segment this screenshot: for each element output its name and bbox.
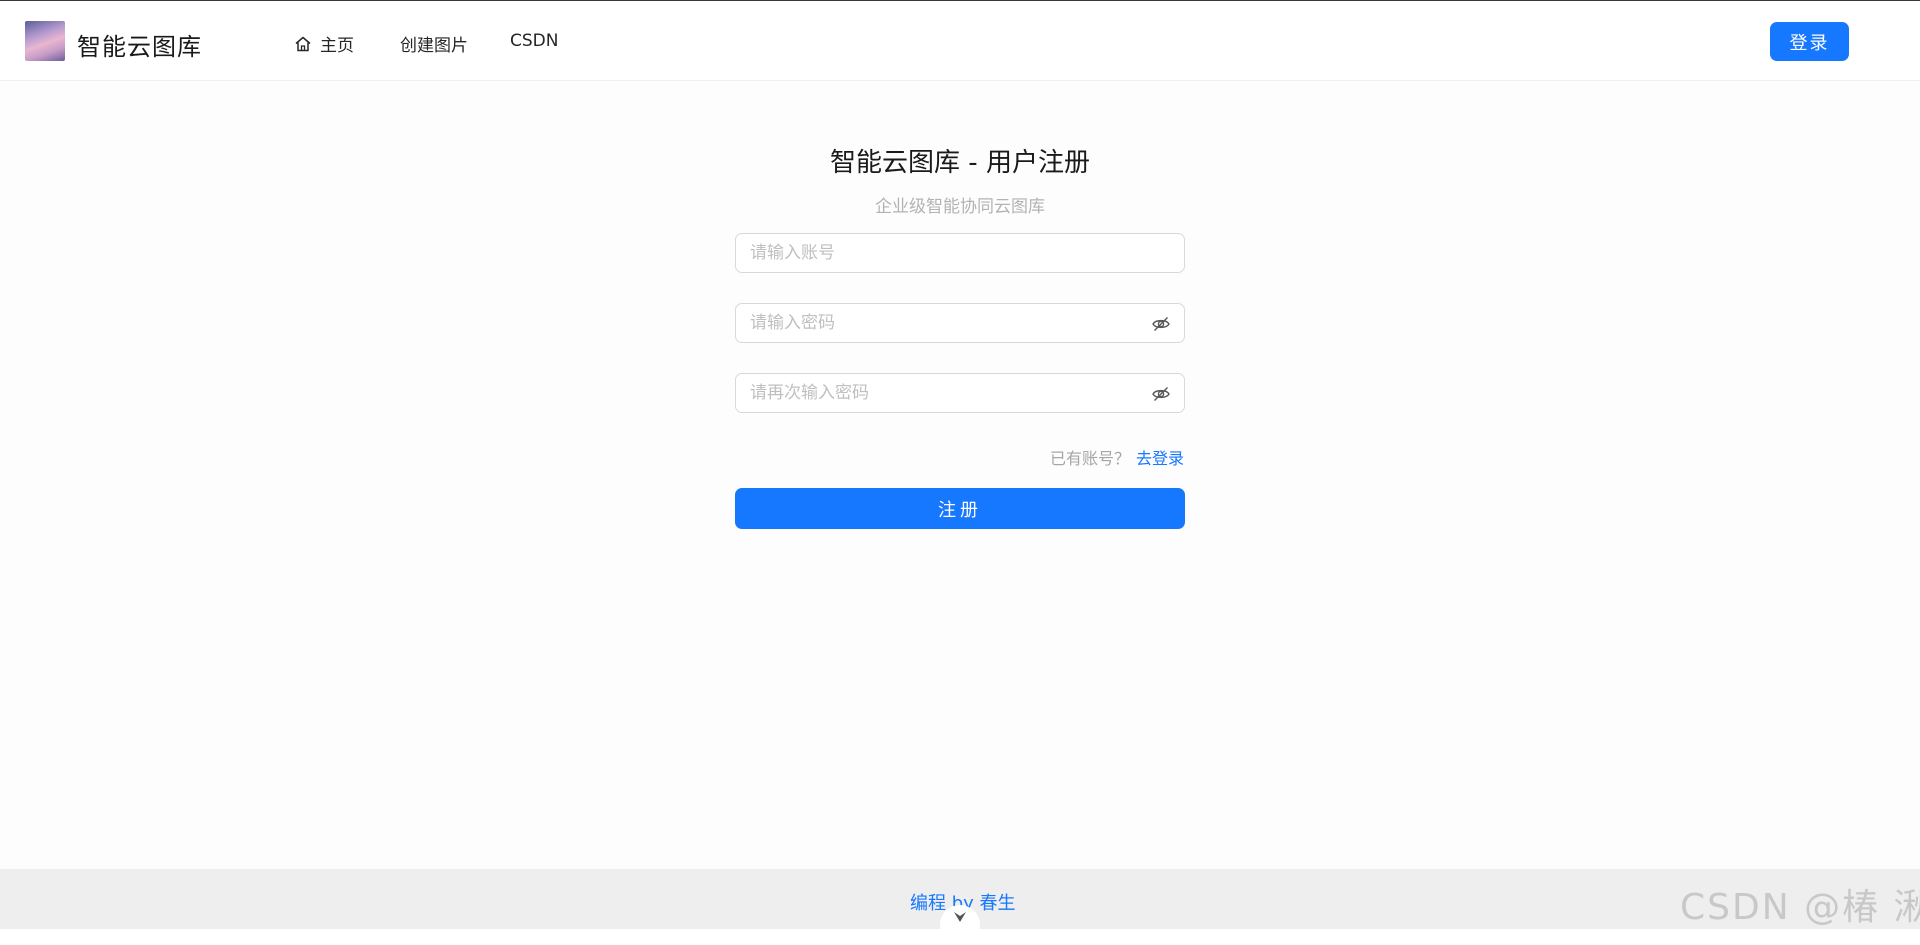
top-navbar: 智能云图库 主页 创建图片 CSDN 登录 bbox=[0, 1, 1920, 81]
nav-home-label: 主页 bbox=[320, 36, 354, 56]
nav-create-label: 创建图片 bbox=[400, 36, 468, 56]
nav-csdn-label: CSDN bbox=[510, 31, 559, 51]
form-title: 智能云图库 - 用户注册 bbox=[830, 148, 1090, 178]
password-input[interactable] bbox=[736, 304, 1184, 342]
confirm-password-field bbox=[735, 373, 1185, 413]
nav-item-create-image[interactable]: 创建图片 bbox=[400, 31, 468, 56]
form-subtitle: 企业级智能协同云图库 bbox=[875, 197, 1045, 217]
chevron-down-icon bbox=[954, 912, 966, 922]
have-account-text: 已有账号？ bbox=[1050, 449, 1131, 468]
nav-item-csdn[interactable]: CSDN bbox=[510, 31, 558, 51]
csdn-watermark: CSDN @椿 湫 bbox=[1680, 887, 1920, 928]
logo-image[interactable] bbox=[25, 21, 65, 61]
eye-invisible-icon[interactable] bbox=[1151, 314, 1171, 334]
account-input[interactable] bbox=[736, 234, 1184, 272]
eye-invisible-icon[interactable] bbox=[1151, 384, 1171, 404]
login-button[interactable]: 登录 bbox=[1770, 22, 1849, 61]
nav-item-home[interactable]: 主页 bbox=[294, 31, 354, 56]
confirm-password-input[interactable] bbox=[736, 374, 1184, 412]
site-title[interactable]: 智能云图库 bbox=[77, 27, 202, 62]
scroll-down-button[interactable] bbox=[940, 905, 980, 945]
register-button[interactable]: 注册 bbox=[735, 488, 1185, 529]
footer: 编程 by 春生 CSDN @椿 湫 bbox=[0, 869, 1920, 945]
home-icon bbox=[295, 36, 311, 51]
go-login-link[interactable]: 去登录 bbox=[1136, 445, 1184, 469]
register-page: 智能云图库 - 用户注册 企业级智能协同云图库 已有账号？ 去登录 注册 bbox=[0, 82, 1920, 869]
account-field bbox=[735, 233, 1185, 273]
password-field bbox=[735, 303, 1185, 343]
